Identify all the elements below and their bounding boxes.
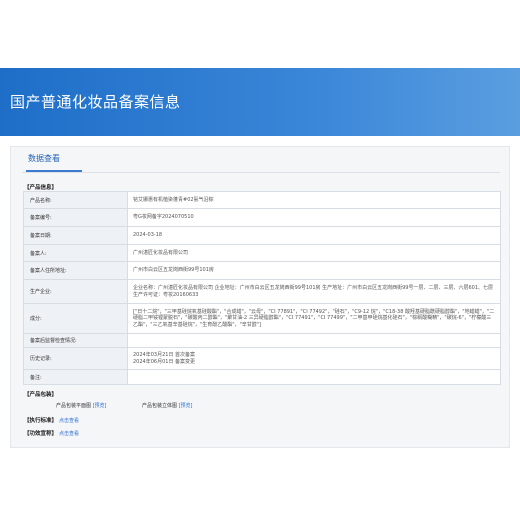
section-execution: 【执行标准】 点击查看 (24, 416, 79, 424)
table-row: 产品名称: 铭艾娜惠有机植染蓬青#02氨气沿棕 (23, 191, 501, 209)
packaging-solid-label: 产品包装立体图 (142, 403, 178, 409)
row-value (127, 333, 501, 348)
efficacy-label: 【功效宣称】 (24, 431, 58, 437)
tab-data-view[interactable]: 数据查看 (28, 153, 60, 169)
row-value: 广州市白云区五龙岗西街99号101房 (127, 261, 501, 280)
table-row: 备案人: 广州湛匠化妆品有限公司 (23, 244, 501, 262)
table-row: 备注: (23, 369, 501, 385)
row-label: 备案后监督检查情况: (23, 333, 128, 348)
packaging-solid-preview-link[interactable]: [预览] (179, 403, 193, 409)
row-label: 产品名称: (23, 191, 128, 209)
product-info-table: 产品名称: 铭艾娜惠有机植染蓬青#02氨气沿棕 备案编号: 粤G妆网备字2024… (23, 191, 501, 385)
table-row: 备案人住所地址: 广州市白云区五龙岗西街99号101房 (23, 261, 501, 280)
row-label: 备案人住所地址: (23, 261, 128, 280)
row-value: 铭艾娜惠有机植染蓬青#02氨气沿棕 (127, 191, 501, 209)
execution-view-link[interactable]: 点击查看 (59, 418, 79, 424)
table-row: 备案日期: 2024-03-18 (23, 226, 501, 245)
page-header: 国产普通化妆品备案信息 (0, 68, 520, 136)
packaging-flat: 产品包装平面图 [预览] (56, 402, 107, 409)
packaging-flat-label: 产品包装平面图 (56, 403, 92, 409)
table-row: 备案后监督检查情况: (23, 333, 501, 348)
row-label: 备案日期: (23, 226, 128, 245)
page-title: 国产普通化妆品备案信息 (10, 93, 181, 111)
section-efficacy: 【功效宣称】 点击查看 (24, 429, 79, 437)
row-label: 历史记录: (23, 347, 128, 370)
table-row: 生产企业: 企业名称：广州湛匠化妆品有限公司 企业地址：广州市白云区五龙岗西街9… (23, 279, 501, 304)
section-packaging: 【产品包装】 (24, 392, 58, 398)
row-value: 粤G妆网备字2024070510 (127, 208, 501, 227)
row-label: 备注: (23, 369, 128, 385)
row-value: 企业名称：广州湛匠化妆品有限公司 企业地址：广州市白云区五龙岗西街99号101房… (127, 279, 501, 304)
packaging-flat-preview-link[interactable]: [预览] (93, 403, 107, 409)
table-row: 成分: ["日十二烷"，"三甲基硅烷氧基硅酸酯"，"合成蜡"，"云母"，"CI … (23, 303, 501, 334)
row-value (127, 369, 501, 385)
row-value: 2024年03月21日 首次备案 2024年06月01日 备案变更 (127, 347, 501, 370)
table-row: 备案编号: 粤G妆网备字2024070510 (23, 208, 501, 227)
execution-label: 【执行标准】 (24, 418, 58, 424)
row-label: 备案人: (23, 244, 128, 262)
row-label: 成分: (23, 303, 128, 334)
row-value: 广州湛匠化妆品有限公司 (127, 244, 501, 262)
row-value: 2024-03-18 (127, 226, 501, 245)
row-label: 备案编号: (23, 208, 128, 227)
row-label: 生产企业: (23, 279, 128, 304)
section-product-info: 【产品信息】 (24, 185, 58, 191)
packaging-solid: 产品包装立体图 [预览] (142, 402, 193, 409)
efficacy-view-link[interactable]: 点击查看 (59, 431, 79, 437)
tab-divider (22, 172, 500, 173)
table-row: 历史记录: 2024年03月21日 首次备案 2024年06月01日 备案变更 (23, 347, 501, 370)
row-value: ["日十二烷"，"三甲基硅烷氧基硅酸酯"，"合成蜡"，"云母"，"CI 7789… (127, 303, 501, 334)
